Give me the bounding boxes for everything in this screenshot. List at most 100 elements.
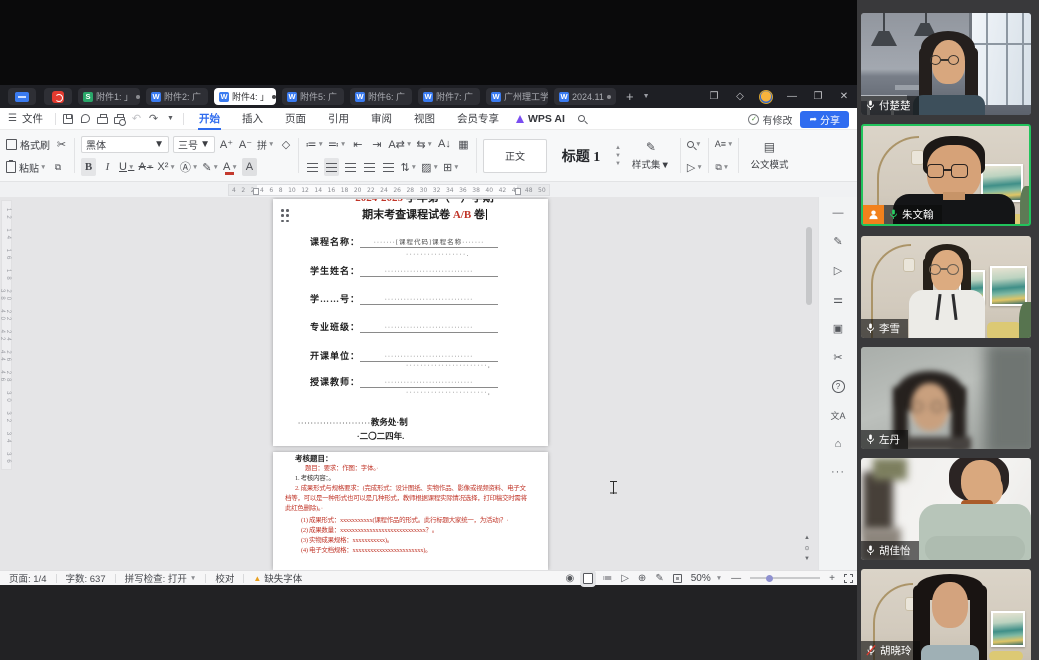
status-proofread[interactable]: 校对: [206, 571, 243, 585]
search-icon[interactable]: [573, 111, 590, 127]
tab-doc-s[interactable]: S附件1: 」: [78, 88, 140, 105]
workspace-icon[interactable]: ❐: [701, 85, 727, 108]
copy-icon[interactable]: ⧉: [50, 158, 65, 176]
style-heading1[interactable]: 标题 1: [553, 138, 609, 174]
eye-icon[interactable]: ◉: [565, 573, 574, 584]
font-name-select[interactable]: 黑体▼: [81, 136, 169, 153]
print-icon[interactable]: [94, 111, 111, 127]
tab-doc[interactable]: W附件5: 广: [282, 88, 344, 105]
align-center-icon[interactable]: [324, 158, 339, 176]
participant-tile[interactable]: 李雪: [861, 236, 1031, 338]
clear-format-icon[interactable]: ◇: [278, 135, 293, 153]
indent-icon[interactable]: ⇥: [369, 135, 384, 153]
left-indent-marker[interactable]: [253, 188, 259, 195]
char-shading-button[interactable]: A: [242, 158, 257, 176]
highlight-icon[interactable]: ✎▼: [202, 158, 219, 176]
fullscreen-icon[interactable]: [844, 574, 853, 583]
font-size-select[interactable]: 三号▼: [173, 136, 215, 153]
settings-sliders-icon[interactable]: ⚌: [833, 293, 843, 306]
bullet-list-icon[interactable]: ≔▼: [305, 135, 323, 153]
resume-icon[interactable]: ⌂: [835, 438, 842, 450]
modified-status[interactable]: ✓有修改: [748, 112, 792, 127]
status-missing-font[interactable]: ▲缺失字体: [244, 571, 311, 585]
zoom-out-icon[interactable]: —: [731, 573, 741, 584]
direction-icon[interactable]: ⇆▼: [416, 135, 433, 153]
pen-icon[interactable]: ✎: [833, 235, 842, 248]
play-icon[interactable]: ▷: [621, 573, 629, 584]
table-icon[interactable]: ▦: [456, 135, 471, 153]
redo-icon[interactable]: ↷: [145, 111, 162, 127]
document-page-2[interactable]: 考核题目： 题目：要求：作图：字体。· 1. 考核内容：。 2. 成果形式与规格…: [273, 452, 548, 570]
page-view-icon[interactable]: [583, 573, 593, 584]
page-nav-buttons[interactable]: ▲⊙▼: [804, 535, 810, 562]
layers-icon[interactable]: ⧉▼: [715, 158, 730, 176]
format-painter-button[interactable]: 格式刷: [6, 135, 50, 153]
official-doc-mode-button[interactable]: ▤公文模式: [745, 140, 793, 171]
menu-file[interactable]: 文件: [22, 111, 43, 126]
edit-pencil-icon[interactable]: ✎: [655, 573, 663, 584]
menu-home[interactable]: 开始: [188, 108, 231, 130]
style-set-button[interactable]: ✎样式集▼: [627, 140, 675, 171]
participant-tile[interactable]: 胡佳怡: [861, 458, 1031, 560]
select-cursor-icon[interactable]: ▷▼: [687, 158, 703, 176]
close-button[interactable]: ✕: [831, 85, 857, 108]
char-scale-icon[interactable]: A⇄▼: [388, 135, 412, 153]
document-page-1[interactable]: 2024-2025 学年第（一）学期 期末考查课程试卷 A/B 卷 课程名称：·…: [273, 199, 548, 446]
menu-view[interactable]: 视图: [403, 108, 446, 130]
more-dots-icon[interactable]: ···: [831, 466, 845, 478]
tab-doc-active[interactable]: W附件4: 」: [214, 88, 276, 105]
bold-button[interactable]: B: [81, 158, 96, 176]
fit-page-icon[interactable]: [673, 574, 682, 583]
zoom-in-icon[interactable]: +: [829, 573, 835, 584]
shading-icon[interactable]: ▨▼: [421, 158, 439, 176]
tab-doc[interactable]: W广州理工学: [486, 88, 548, 105]
tab-list-chevron[interactable]: ▼: [643, 93, 650, 100]
help-icon[interactable]: ?: [832, 380, 845, 393]
zoom-knob[interactable]: [766, 575, 773, 582]
menu-member[interactable]: 会员专享: [446, 108, 510, 130]
numbered-list-icon[interactable]: ≕▼: [328, 135, 346, 153]
outdent-icon[interactable]: ⇤: [350, 135, 365, 153]
vertical-scrollbar[interactable]: [806, 227, 812, 507]
paste-button[interactable]: 粘贴▼: [6, 158, 46, 176]
vertical-ruler[interactable]: 12 14 16 18 20 22 24 26 28 30 32 34 36 3…: [1, 200, 12, 470]
collapse-icon[interactable]: —: [833, 207, 844, 219]
horizontal-ruler[interactable]: 4224681012141618202224262830323436384042…: [228, 184, 550, 196]
right-indent-marker[interactable]: [515, 188, 521, 195]
scrollbar-thumb[interactable]: [806, 227, 812, 305]
tab-pdf[interactable]: [44, 88, 72, 105]
style-normal[interactable]: 正文: [483, 139, 547, 173]
style-gallery-scroll[interactable]: ▲▼▼: [615, 145, 621, 167]
document-canvas[interactable]: 12 14 16 18 20 22 24 26 28 30 32 34 36 3…: [0, 197, 857, 570]
outline-view-icon[interactable]: ≔: [602, 573, 612, 584]
tab-doc[interactable]: W附件2: 广: [146, 88, 208, 105]
web-view-icon[interactable]: ⊕: [638, 573, 646, 584]
participant-tile[interactable]: 胡晓玲: [861, 569, 1031, 660]
menu-reference[interactable]: 引用: [317, 108, 360, 130]
restore-button[interactable]: ❐: [805, 85, 831, 108]
underline-button[interactable]: U▼: [119, 158, 134, 176]
find-icon[interactable]: ▼: [687, 135, 702, 153]
menu-page[interactable]: 页面: [274, 108, 317, 130]
zoom-control[interactable]: 50%▼: [691, 573, 722, 584]
border-icon[interactable]: ⊞▼: [443, 158, 460, 176]
globe-icon[interactable]: ◇: [727, 85, 753, 108]
share-button[interactable]: ➦分享: [800, 111, 849, 128]
new-tab-button[interactable]: +: [626, 89, 634, 104]
image-tool-icon[interactable]: ▣: [833, 322, 843, 335]
tab-doc[interactable]: W附件6: 广: [350, 88, 412, 105]
status-wordcount[interactable]: 字数: 637: [57, 571, 115, 585]
line-spacing-icon[interactable]: ⇅▼: [400, 158, 417, 176]
menu-insert[interactable]: 插入: [231, 108, 274, 130]
tools-icon[interactable]: ✂: [833, 351, 842, 364]
strikethrough-icon[interactable]: A▼: [138, 158, 153, 176]
align-right-icon[interactable]: [343, 158, 358, 176]
cut-icon[interactable]: ✂: [54, 135, 69, 153]
status-page[interactable]: 页面: 1/4: [0, 571, 56, 585]
tab-doc[interactable]: W2024.11: [554, 88, 616, 105]
print-preview-icon[interactable]: [111, 111, 128, 127]
justify-icon[interactable]: [362, 158, 377, 176]
menu-review[interactable]: 审阅: [360, 108, 403, 130]
save-icon[interactable]: [60, 111, 77, 127]
minimize-button[interactable]: —: [779, 85, 805, 108]
